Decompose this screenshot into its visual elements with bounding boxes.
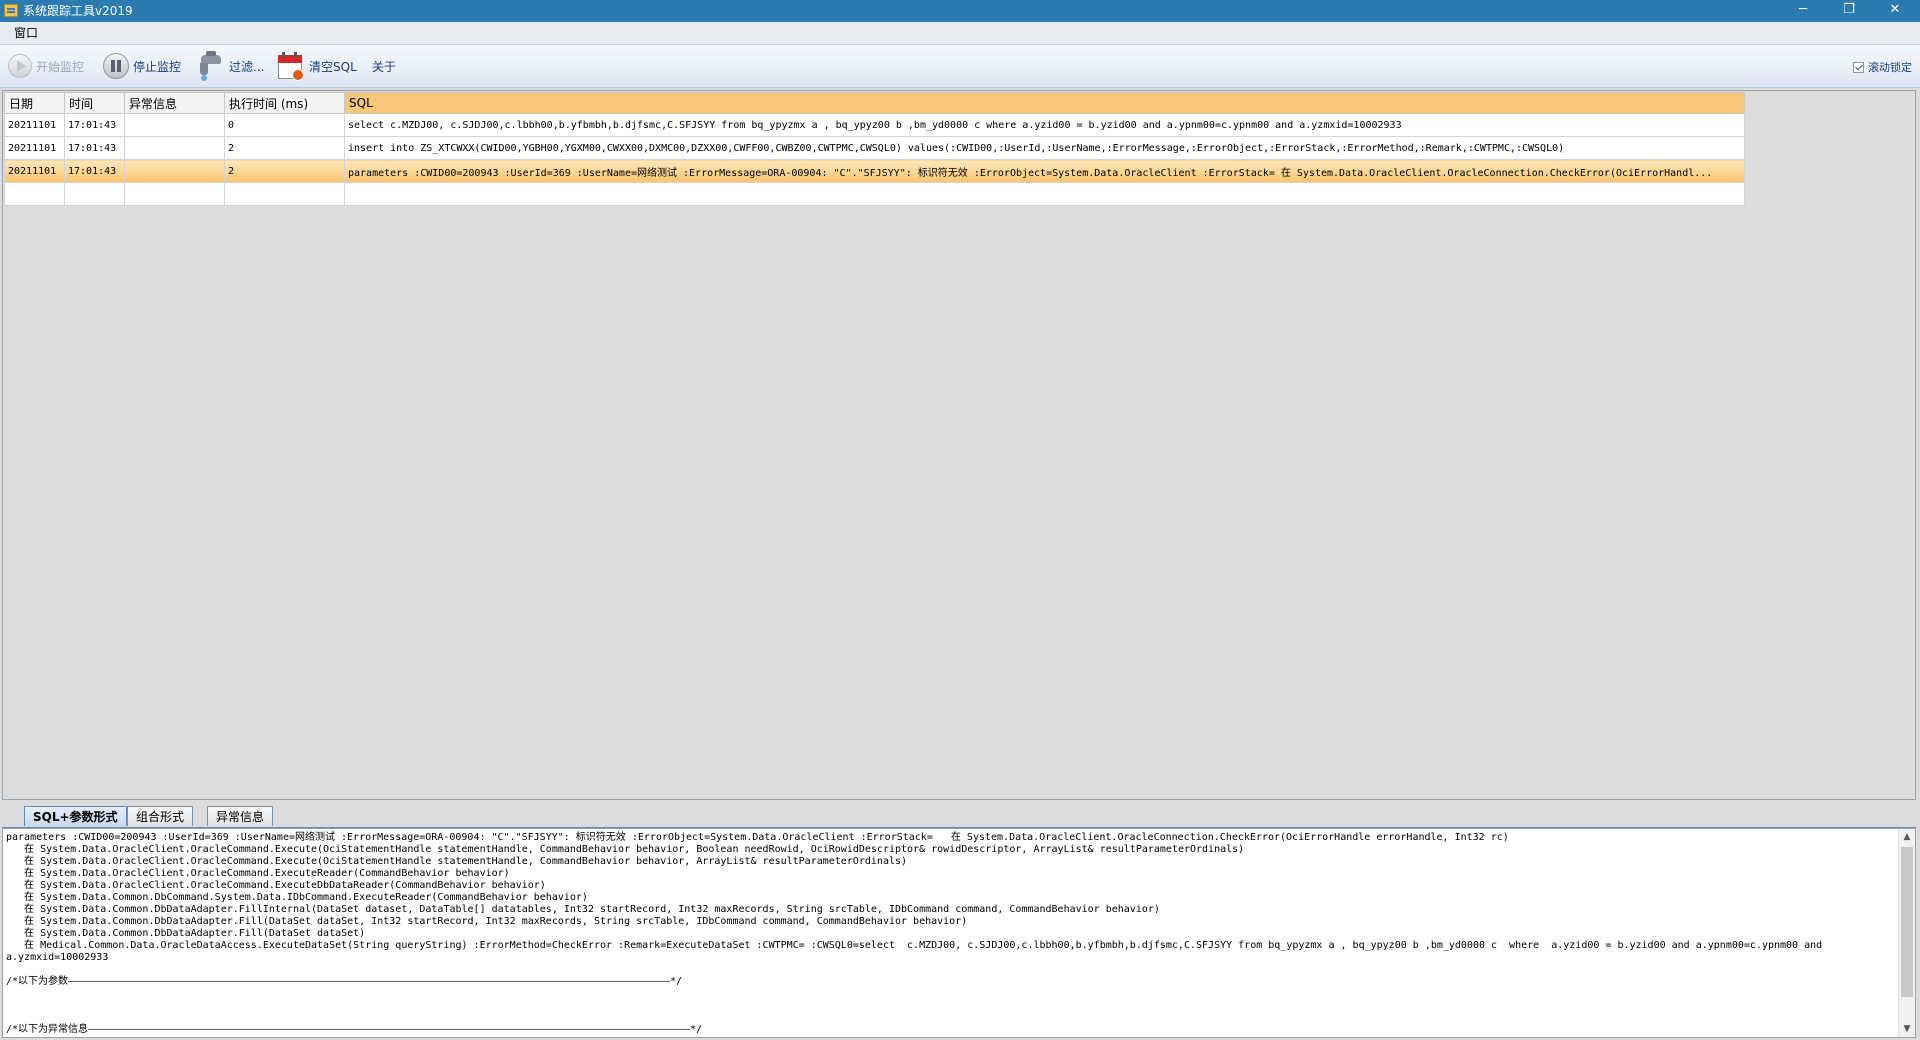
scroll-lock-checkbox[interactable] [1853,61,1864,73]
scrollbar-thumb[interactable] [1901,847,1913,997]
restore-button[interactable]: ❐ [1826,0,1872,22]
app-icon [4,4,18,17]
vertical-scrollbar[interactable]: ▲ ▼ [1898,829,1915,1037]
faucet-icon [197,51,225,81]
tab-combined[interactable]: 组合形式 [127,806,194,826]
about-button[interactable]: 关于 [372,51,396,81]
filter-button[interactable]: 过滤... [197,51,264,81]
title-bar: 系统跟踪工具v2019 ─ ❐ ✕ [0,0,1920,22]
cell-time: 17:01:43 [64,136,125,160]
tab-error-info[interactable]: 异常信息 [207,806,274,826]
start-monitor-button[interactable]: 开始监控 [8,51,84,81]
table-row[interactable]: 20211101 17:01:43 0 select c.MZDJ00, c.S… [4,113,1745,137]
col-date-header[interactable]: 日期 [4,92,65,114]
cell-time [64,182,125,206]
col-time-header[interactable]: 时间 [64,92,125,114]
cell-error [124,136,225,160]
col-duration-header[interactable]: 执行时间 (ms) [224,92,345,114]
start-monitor-label: 开始监控 [36,59,85,74]
stop-monitor-button[interactable]: 停止监控 [103,51,181,81]
table-row[interactable]: 20211101 17:01:43 2 insert into ZS_XTCWX… [4,136,1745,160]
menu-window[interactable]: 窗口 [10,25,42,41]
detail-text-area[interactable]: parameters :CWID00=200943 :UserId=369 :U… [2,828,1916,1038]
cell-date: 20211101 [4,159,65,183]
cell-sql: parameters :CWID00=200943 :UserId=369 :U… [344,159,1745,183]
table-row-selected[interactable]: 20211101 17:01:43 2 parameters :CWID00=2… [4,159,1745,183]
toolbar: 开始监控 停止监控 过滤... 清空SQL 关于 滚动锁定 [0,45,1920,88]
cell-date: 20211101 [4,113,65,137]
detail-tabs: SQL+参数形式 组合形式 异常信息 [2,800,1916,828]
window-title: 系统跟踪工具v2019 [23,4,133,18]
tab-sql-params[interactable]: SQL+参数形式 [24,806,127,826]
pause-icon [103,53,129,79]
grid-header-row: 日期 时间 异常信息 执行时间 (ms) SQL [4,92,1745,114]
cell-error [124,182,225,206]
cell-duration: 2 [224,159,345,183]
cell-sql: insert into ZS_XTCWXX(CWID00,YGBH00,YGXM… [344,136,1745,160]
table-row-new[interactable] [4,182,1745,206]
sql-grid: 日期 时间 异常信息 执行时间 (ms) SQL 20211101 17:01:… [4,92,1745,206]
col-error-header[interactable]: 异常信息 [124,92,225,114]
cell-duration: 2 [224,136,345,160]
sql-grid-panel: 日期 时间 异常信息 执行时间 (ms) SQL 20211101 17:01:… [2,90,1916,800]
cell-sql: select c.MZDJ00, c.SJDJ00,c.lbbh00,b.yfb… [344,113,1745,137]
cell-time: 17:01:43 [64,113,125,137]
scroll-down-icon[interactable]: ▼ [1899,1021,1915,1037]
cell-time: 17:01:43 [64,159,125,183]
menu-bar: 窗口 [0,22,1920,45]
cell-date: 20211101 [4,136,65,160]
cell-error [124,159,225,183]
clear-sql-label: 清空SQL [309,59,357,74]
calendar-clear-icon [277,51,305,81]
clear-sql-button[interactable]: 清空SQL [277,51,357,81]
col-sql-header[interactable]: SQL [344,92,1745,114]
scroll-lock-toggle[interactable]: 滚动锁定 [1853,59,1912,75]
scroll-lock-label: 滚动锁定 [1868,61,1912,74]
play-icon [8,54,32,78]
stop-monitor-label: 停止监控 [133,59,182,74]
scroll-up-icon[interactable]: ▲ [1899,829,1915,845]
cell-date [4,182,65,206]
close-button[interactable]: ✕ [1872,0,1918,22]
filter-label: 过滤... [229,59,265,74]
detail-text[interactable]: parameters :CWID00=200943 :UserId=369 :U… [3,829,1915,1036]
cell-duration [224,182,345,206]
cell-duration: 0 [224,113,345,137]
minimize-button[interactable]: ─ [1780,0,1826,22]
cell-error [124,113,225,137]
cell-sql [344,182,1745,206]
about-label: 关于 [372,59,397,74]
